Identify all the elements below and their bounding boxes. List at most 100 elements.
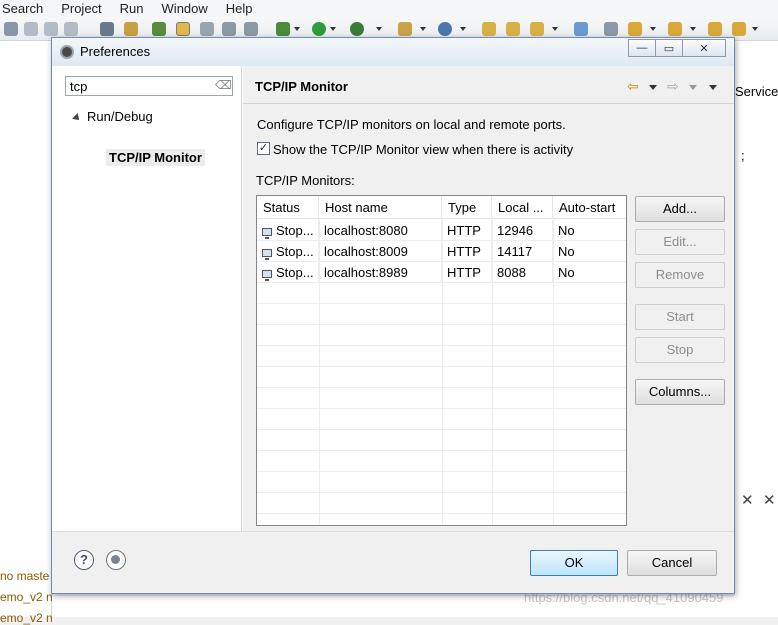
monitors-table[interactable]: Status Host name Type Local ... Auto-sta…	[256, 195, 627, 526]
chevron-down-icon[interactable]	[460, 27, 466, 31]
toolbar-icon[interactable]	[222, 22, 236, 36]
empty-row	[257, 304, 626, 325]
expand-icon[interactable]	[72, 112, 82, 123]
chevron-down-icon[interactable]	[552, 27, 558, 31]
dialog-footer: ? OK Cancel	[52, 531, 734, 593]
toolbar-icon[interactable]	[44, 22, 58, 36]
chevron-down-icon[interactable]	[420, 27, 426, 31]
preferences-dialog: Preferences — ▭ ✕ ⌫ Run/Debug TCP/IP Mon…	[51, 37, 735, 594]
status-cell: Stop...	[257, 220, 319, 241]
preferences-tree-panel: ⌫ Run/Debug TCP/IP Monitor	[52, 66, 242, 531]
monitor-icon	[262, 228, 272, 239]
toolbar-icon[interactable]	[64, 22, 78, 36]
local-port-cell: 14117	[492, 241, 553, 262]
chevron-down-icon[interactable]	[650, 27, 656, 31]
toolbar-icon[interactable]	[574, 22, 588, 36]
menu-project[interactable]: Project	[61, 1, 101, 16]
toolbar-icon[interactable]	[244, 22, 258, 36]
chevron-down-icon[interactable]	[330, 27, 336, 31]
ide-menubar: Search Project Run Window Help	[0, 0, 778, 17]
type-cell: HTTP	[442, 262, 492, 283]
menu-search[interactable]: Search	[2, 1, 43, 16]
chevron-down-icon[interactable]	[294, 27, 300, 31]
toolbar-icon[interactable]	[482, 22, 496, 36]
toolbar-icon[interactable]	[604, 22, 618, 36]
columns-button[interactable]: Columns...	[635, 379, 725, 405]
chevron-down-icon[interactable]	[376, 27, 382, 31]
stop-button[interactable]: Stop	[635, 337, 725, 363]
tree-item-run-debug[interactable]: Run/Debug	[72, 109, 153, 124]
toolbar-icon[interactable]	[628, 22, 642, 36]
column-local-port[interactable]: Local ...	[492, 196, 553, 219]
remove-button[interactable]: Remove	[635, 262, 725, 288]
run-icon[interactable]	[312, 22, 326, 36]
toolbar-icon[interactable]	[176, 22, 190, 36]
chevron-down-icon[interactable]	[689, 85, 697, 90]
toolbar-icon[interactable]	[200, 22, 214, 36]
tree-item-tcp-ip-monitor[interactable]: TCP/IP Monitor	[106, 149, 205, 166]
toolbar-icon[interactable]	[506, 22, 520, 36]
menu-run[interactable]: Run	[120, 1, 144, 16]
tree-item[interactable]: emo_v2 n	[0, 611, 53, 625]
ok-button[interactable]: OK	[530, 550, 618, 576]
start-button[interactable]: Start	[635, 304, 725, 330]
toolbar-icon[interactable]	[708, 22, 722, 36]
help-icon[interactable]: ?	[74, 550, 94, 570]
show-view-label[interactable]: Show the TCP/IP Monitor view when there …	[273, 142, 573, 157]
filter-input[interactable]	[65, 76, 233, 96]
clear-filter-icon[interactable]: ⌫	[215, 78, 232, 92]
page-header: TCP/IP Monitor ⇦ ⇨	[243, 66, 734, 104]
toolbar-icon[interactable]	[398, 22, 412, 36]
empty-row	[257, 451, 626, 472]
table-row[interactable]: Stop... localhost:8009 HTTP 14117 No	[257, 241, 626, 262]
status-cell: Stop...	[257, 262, 319, 283]
view-menu-icon[interactable]	[709, 85, 717, 90]
dialog-title: Preferences	[80, 44, 151, 59]
toolbar-icon[interactable]	[438, 22, 452, 36]
column-status[interactable]: Status	[257, 196, 319, 219]
toolbar-icon[interactable]	[668, 22, 682, 36]
host-cell: localhost:8009	[319, 241, 442, 262]
toolbar-icon[interactable]	[100, 22, 114, 36]
close-button[interactable]: ✕	[682, 39, 726, 57]
record-icon[interactable]	[106, 550, 126, 570]
auto-start-cell: No	[558, 244, 575, 259]
add-button[interactable]: Add...	[635, 196, 725, 222]
back-icon[interactable]	[732, 22, 746, 36]
edit-button[interactable]: Edit...	[635, 229, 725, 255]
toolbar-icon[interactable]	[124, 22, 138, 36]
close-icon[interactable]: ✕	[741, 491, 754, 509]
cancel-button[interactable]: Cancel	[627, 550, 717, 576]
tree-item[interactable]: emo_v2 n	[0, 590, 53, 604]
table-row[interactable]: Stop... localhost:8080 HTTP 12946 No	[257, 220, 626, 241]
table-row[interactable]: Stop... localhost:8989 HTTP 8088 No	[257, 262, 626, 283]
debug-icon[interactable]	[276, 22, 290, 36]
toolbar-icon[interactable]	[4, 22, 18, 36]
column-auto-start[interactable]: Auto-start	[553, 196, 626, 219]
column-type[interactable]: Type	[442, 196, 492, 219]
monitor-icon	[262, 270, 272, 281]
type-cell: HTTP	[442, 220, 492, 241]
back-arrow-icon[interactable]: ⇦	[627, 79, 639, 93]
chevron-down-icon[interactable]	[690, 27, 696, 31]
preference-page: TCP/IP Monitor ⇦ ⇨ Configure TCP/IP moni…	[243, 66, 734, 531]
status-text: Stop...	[276, 265, 314, 280]
minimize-button[interactable]: —	[628, 39, 656, 57]
empty-row	[257, 388, 626, 409]
tree-item[interactable]: no maste	[0, 569, 49, 583]
show-view-checkbox[interactable]: ✓	[257, 142, 270, 155]
remove-all-icon[interactable]: ✕	[763, 491, 776, 509]
toolbar-icon[interactable]	[24, 22, 38, 36]
chevron-down-icon[interactable]	[752, 27, 758, 31]
editor-area: Service. ; ✕ ✕	[735, 41, 778, 617]
toolbar-icon[interactable]	[530, 22, 544, 36]
menu-window[interactable]: Window	[162, 1, 208, 16]
menu-help[interactable]: Help	[226, 1, 253, 16]
toolbar-icon[interactable]	[152, 22, 166, 36]
column-host-name[interactable]: Host name	[319, 196, 442, 219]
eclipse-icon	[60, 45, 74, 59]
external-tools-icon[interactable]	[350, 22, 364, 36]
maximize-button[interactable]: ▭	[655, 39, 683, 57]
forward-arrow-icon[interactable]: ⇨	[667, 79, 679, 93]
chevron-down-icon[interactable]	[649, 85, 657, 90]
